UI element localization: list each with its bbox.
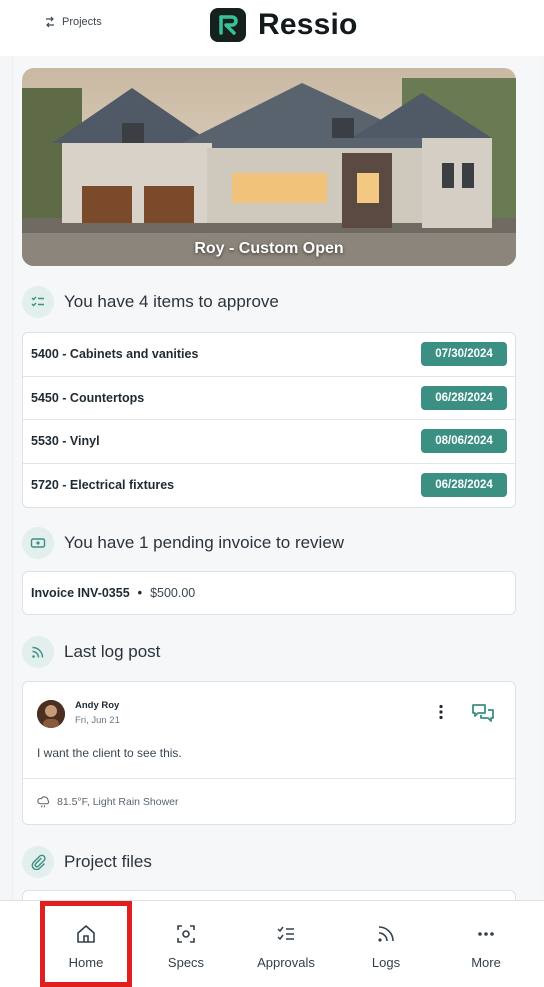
brand: Ressio [210, 8, 358, 42]
approval-date-badge: 06/28/2024 [421, 385, 507, 410]
app-header: Projects Ressio [0, 0, 544, 56]
home-content[interactable]: Roy - Custom Open You have 4 items to ap… [0, 56, 544, 900]
approval-date-badge: 06/28/2024 [421, 473, 507, 498]
rss-icon [22, 636, 54, 668]
weather-text: 81.5°F, Light Rain Shower [57, 795, 179, 808]
nav-more-label: More [471, 955, 501, 970]
paperclip-icon [22, 846, 54, 878]
nav-specs[interactable]: Specs [136, 901, 236, 987]
more-icon [478, 932, 494, 936]
approval-row[interactable]: 5400 - Cabinets and vanities 07/30/2024 [23, 333, 515, 377]
approval-row[interactable]: 5720 - Electrical fixtures 06/28/2024 [23, 464, 515, 508]
nav-more[interactable]: More [436, 901, 536, 987]
approvals-title: You have 4 items to approve [64, 292, 279, 311]
approval-label: 5400 - Cabinets and vanities [31, 347, 199, 362]
log-heading: Last log post [22, 636, 160, 668]
log-weather: 81.5°F, Light Rain Shower [23, 778, 515, 824]
projects-label: Projects [62, 16, 102, 28]
checklist-icon [277, 926, 294, 941]
log-date: Fri, Jun 21 [75, 715, 120, 726]
approvals-list: 5400 - Cabinets and vanities 07/30/2024 … [22, 332, 516, 508]
project-hero-image[interactable]: Roy - Custom Open [22, 68, 516, 266]
log-title: Last log post [64, 642, 161, 661]
approval-date-badge: 08/06/2024 [421, 429, 507, 454]
invoice-separator: • [137, 586, 143, 600]
files-heading: Project files [22, 846, 152, 878]
invoices-title: You have 1 pending invoice to review [64, 533, 345, 552]
nav-specs-label: Specs [167, 955, 205, 970]
bottom-nav: Home Specs Approvals Logs More [0, 900, 544, 987]
approval-label: 5720 - Electrical fixtures [31, 478, 175, 493]
nav-logs[interactable]: Logs [336, 901, 436, 987]
invoice-list: Invoice INV-0355 • $500.00 [22, 571, 516, 615]
invoice-name: Invoice INV-0355 [31, 586, 130, 600]
nav-approvals-label: Approvals [257, 955, 315, 970]
invoice-row[interactable]: Invoice INV-0355 • $500.00 [23, 572, 515, 614]
home-highlight-box [40, 901, 132, 987]
files-title: Project files [64, 852, 152, 871]
house-photo [22, 68, 516, 266]
log-text: I want the client to see this. [37, 746, 182, 760]
approval-row[interactable]: 5450 - Countertops 06/28/2024 [23, 377, 515, 420]
invoice-amount: $500.00 [150, 586, 196, 600]
log-post-card[interactable]: Andy Roy Fri, Jun 21 I want the client t… [22, 681, 516, 825]
rain-cloud-icon [37, 795, 50, 807]
log-post-body: Andy Roy Fri, Jun 21 I want the client t… [23, 682, 515, 778]
project-title: Roy - Custom Open [194, 240, 344, 257]
invoices-heading: You have 1 pending invoice to review [22, 527, 344, 559]
share-with-client-icon[interactable] [471, 702, 495, 724]
approval-label: 5530 - Vinyl [31, 434, 100, 449]
approval-date-badge: 07/30/2024 [421, 342, 507, 367]
approvals-heading: You have 4 items to approve [22, 286, 279, 318]
specs-icon [177, 925, 195, 943]
checklist-icon [22, 286, 54, 318]
switch-icon [46, 16, 54, 28]
nav-approvals[interactable]: Approvals [236, 901, 336, 987]
rss-icon [378, 926, 394, 942]
files-card[interactable] [22, 890, 516, 900]
projects-link[interactable]: Projects [44, 16, 102, 28]
brand-name: Ressio [258, 8, 358, 41]
nav-logs-label: Logs [371, 955, 401, 970]
approval-label: 5450 - Countertops [31, 390, 145, 405]
log-author: Andy Roy [75, 700, 120, 711]
ressio-logo-icon [210, 8, 246, 42]
more-options-icon[interactable] [433, 702, 449, 722]
avatar [37, 700, 65, 728]
approval-row[interactable]: 5530 - Vinyl 08/06/2024 [23, 420, 515, 464]
invoice-icon [22, 527, 54, 559]
